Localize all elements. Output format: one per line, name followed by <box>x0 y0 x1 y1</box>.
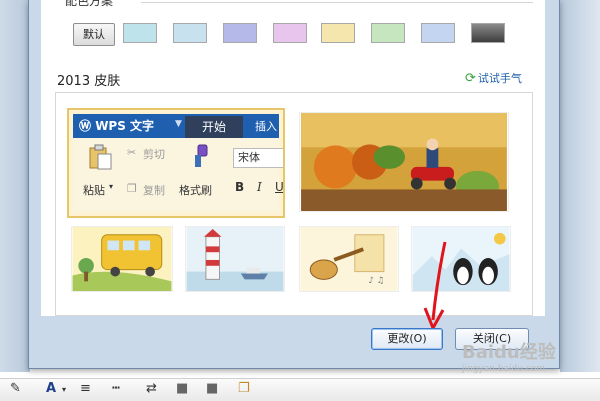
dash-style-icon[interactable]: ┅ <box>112 381 120 396</box>
preview-app-name: WPS 文字 <box>95 119 155 133</box>
preview-underline: U <box>275 180 284 194</box>
color-swatch-green[interactable] <box>371 23 405 43</box>
arrow-style-icon[interactable]: ⇄ <box>146 381 157 396</box>
3d-icon[interactable]: ■ <box>206 381 218 396</box>
try-luck-label: 试试手气 <box>477 72 522 85</box>
skin-dialog: 配色方案 默认 2013 皮肤 ⟳ 试试手气 Ⓦ WPS 文字 ▼ 开始 插入 <box>28 0 560 369</box>
wps-w-icon: Ⓦ <box>79 119 96 133</box>
preview-tab-start: 开始 <box>185 116 243 138</box>
background-window-left <box>0 0 30 372</box>
preview-format-painter-label: 格式刷 <box>179 184 212 197</box>
color-swatch-pink[interactable] <box>273 23 307 43</box>
skin-thumb-wps-2013[interactable]: Ⓦ WPS 文字 ▼ 开始 插入 粘贴 ▾ ✂ 剪切 ❐ 复制 格式刷 宋体 B… <box>67 108 285 218</box>
skin-thumb-guitar-music[interactable]: ♪ ♫ <box>299 226 399 292</box>
font-color-dropdown-icon[interactable]: ▾ <box>62 385 66 394</box>
default-scheme-button[interactable]: 默认 <box>73 23 115 46</box>
preview-font-box: 宋体 <box>233 148 283 168</box>
paste-icon <box>89 144 112 170</box>
skin-thumb-autumn-scooter[interactable] <box>299 112 509 212</box>
preview-tab-insert: 插入 <box>255 120 277 133</box>
scheme-divider <box>141 2 533 3</box>
color-swatch-light-blue[interactable] <box>173 23 207 43</box>
paste-dropdown-icon: ▾ <box>109 182 114 191</box>
watermark-sub: jingyan.baidu.com <box>462 364 546 374</box>
font-color-icon[interactable]: A <box>46 381 56 396</box>
color-swatch-blue[interactable] <box>421 23 455 43</box>
dialog-content-panel: 配色方案 默认 2013 皮肤 ⟳ 试试手气 Ⓦ WPS 文字 ▼ 开始 插入 <box>41 0 545 332</box>
app-menu-dropdown-icon: ▼ <box>175 119 182 129</box>
wps-logo: Ⓦ WPS 文字 <box>79 117 154 134</box>
scissors-icon: ✂ <box>127 146 137 159</box>
change-button[interactable]: 更改(O) <box>371 328 443 350</box>
color-swatch-cyan[interactable] <box>123 23 157 43</box>
format-painter-icon <box>195 144 208 167</box>
arrange-icon[interactable]: ❐ <box>238 381 250 396</box>
baidu-watermark: Baidu经验 jingyan.baidu.com <box>462 338 582 390</box>
preview-paste-label: 粘贴 <box>83 184 105 197</box>
red-arrow-annotation <box>423 241 447 332</box>
color-scheme-label: 配色方案 <box>65 0 114 8</box>
background-window-right <box>560 0 600 372</box>
skin-thumb-lighthouse[interactable] <box>185 226 285 292</box>
preview-copy-label: 复制 <box>143 184 165 197</box>
try-luck-link[interactable]: ⟳ 试试手气 <box>465 70 522 86</box>
skin-thumb-yellow-bus[interactable] <box>71 226 173 292</box>
preview-ribbon-header: Ⓦ WPS 文字 ▼ 开始 插入 <box>73 114 279 138</box>
pen-icon[interactable]: ✎ <box>10 381 21 396</box>
color-swatch-lavender[interactable] <box>223 23 257 43</box>
preview-ribbon-body: 粘贴 ▾ ✂ 剪切 ❐ 复制 格式刷 宋体 B I U <box>73 138 283 212</box>
skins-section-title: 2013 皮肤 <box>57 74 121 89</box>
color-swatch-dark-gray[interactable] <box>471 23 505 43</box>
preview-italic: I <box>257 180 262 194</box>
color-swatch-yellow[interactable] <box>321 23 355 43</box>
svg-text:♪ ♫: ♪ ♫ <box>368 276 384 286</box>
line-style-icon[interactable]: ≡ <box>80 381 91 396</box>
preview-bold: B <box>235 180 245 194</box>
preview-cut-label: 剪切 <box>143 148 165 161</box>
copy-icon: ❐ <box>127 182 137 195</box>
refresh-icon: ⟳ <box>465 70 476 86</box>
watermark-text: Baidu经验 <box>462 342 556 363</box>
shadow-icon[interactable]: ■ <box>176 381 188 396</box>
